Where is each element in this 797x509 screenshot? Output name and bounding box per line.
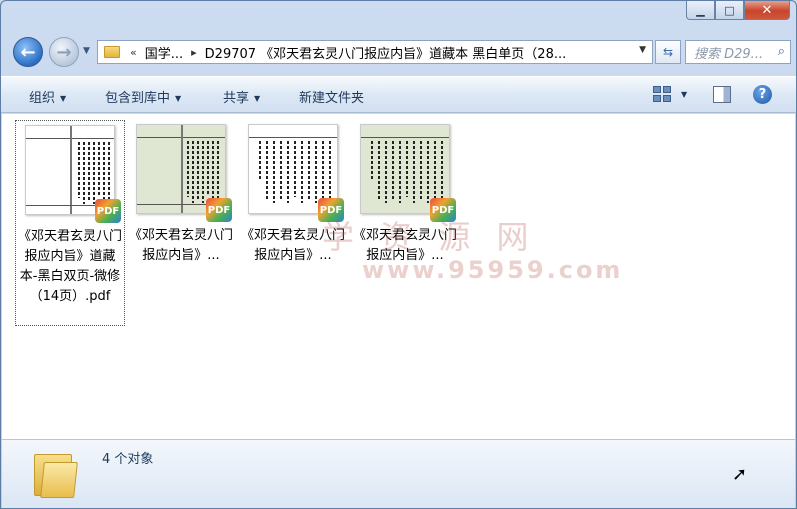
search-placeholder: 搜索 D29... [694,46,764,62]
recent-pages-dropdown-icon[interactable]: ▼ [83,46,90,56]
search-icon[interactable]: ⌕ [778,44,785,59]
file-item[interactable]: PDF 《邓天君玄灵八门报应内旨》... [238,120,348,266]
chevron-down-icon: ▼ [254,94,261,103]
view-options-dropdown-icon[interactable]: ▼ [681,90,687,99]
search-input[interactable]: 搜索 D29... ⌕ [685,40,791,64]
mouse-cursor-icon: ➚ [732,464,748,485]
folder-icon [32,448,78,498]
change-view-icon[interactable] [653,86,671,102]
share-button[interactable]: 共享 ▼ [223,87,260,106]
refresh-icon: ⇆ [662,45,674,59]
back-button[interactable]: ← [13,37,43,67]
watermark-url: www.95959.com [362,256,624,284]
file-thumbnail[interactable]: PDF [360,124,456,222]
folder-icon [104,46,120,58]
pdf-icon: PDF [206,198,232,222]
help-icon[interactable]: ? [753,85,772,104]
file-name[interactable]: 《邓天君玄灵八门报应内旨》... [238,226,348,266]
include-in-library-button[interactable]: 包含到库中 ▼ [105,87,181,106]
pdf-icon: PDF [318,198,344,222]
pdf-icon: PDF [430,198,456,222]
navigation-bar: ← → ▼ « 国学... ▸ D29707 《邓天君玄灵八门报应内旨》道藏本 … [1,34,796,70]
caption-buttons: ▁ □ ✕ [686,1,790,20]
details-pane: 4 个对象 ➚ [2,439,795,508]
title-bar: ▁ □ ✕ [1,1,796,31]
chevron-right-icon[interactable]: ▸ [187,46,201,59]
organize-button[interactable]: 组织 ▼ [29,87,66,106]
address-overflow[interactable]: « [126,46,141,59]
file-item[interactable]: PDF 《邓天君玄灵八门报应内旨》道藏本-黑白双页-微修（14页）.pdf [15,120,125,326]
file-thumbnail[interactable]: PDF [248,124,344,222]
command-bar: 组织 ▼ 包含到库中 ▼ 共享 ▼ 新建文件夹 ▼ ? [1,76,796,113]
new-folder-button[interactable]: 新建文件夹 [299,87,364,106]
file-item[interactable]: PDF 《邓天君玄灵八门报应内旨》... [350,120,460,266]
close-button[interactable]: ✕ [744,1,790,20]
item-count: 4 个对象 [102,452,154,467]
maximize-button[interactable]: □ [715,1,744,20]
file-thumbnail[interactable]: PDF [25,125,121,223]
forward-button[interactable]: → [49,37,79,67]
file-item[interactable]: PDF 《邓天君玄灵八门报应内旨》... [126,120,236,266]
file-list-pane[interactable]: PDF 《邓天君玄灵八门报应内旨》道藏本-黑白双页-微修（14页）.pdf PD… [2,114,795,439]
file-name[interactable]: 《邓天君玄灵八门报应内旨》道藏本-黑白双页-微修（14页）.pdf [16,227,124,307]
preview-pane-icon[interactable] [713,86,731,103]
organize-label: 组织 [29,91,56,106]
refresh-button[interactable]: ⇆ [655,40,681,64]
file-name[interactable]: 《邓天君玄灵八门报应内旨》... [126,226,236,266]
include-in-library-label: 包含到库中 [105,91,171,106]
pdf-icon: PDF [95,199,121,223]
address-segment-current[interactable]: D29707 《邓天君玄灵八门报应内旨》道藏本 黑白单页（28... [201,43,571,62]
address-bar[interactable]: « 国学... ▸ D29707 《邓天君玄灵八门报应内旨》道藏本 黑白单页（2… [97,40,653,64]
minimize-button[interactable]: ▁ [686,1,715,20]
chevron-down-icon: ▼ [60,94,67,103]
address-dropdown-icon[interactable]: ▼ [639,45,646,55]
explorer-window: ▁ □ ✕ ← → ▼ « 国学... ▸ D29707 《邓天君玄灵八门报应内… [0,0,797,509]
address-segment-parent[interactable]: 国学... [141,43,187,62]
share-label: 共享 [223,91,250,106]
file-thumbnail[interactable]: PDF [136,124,232,222]
chevron-down-icon: ▼ [175,94,182,103]
